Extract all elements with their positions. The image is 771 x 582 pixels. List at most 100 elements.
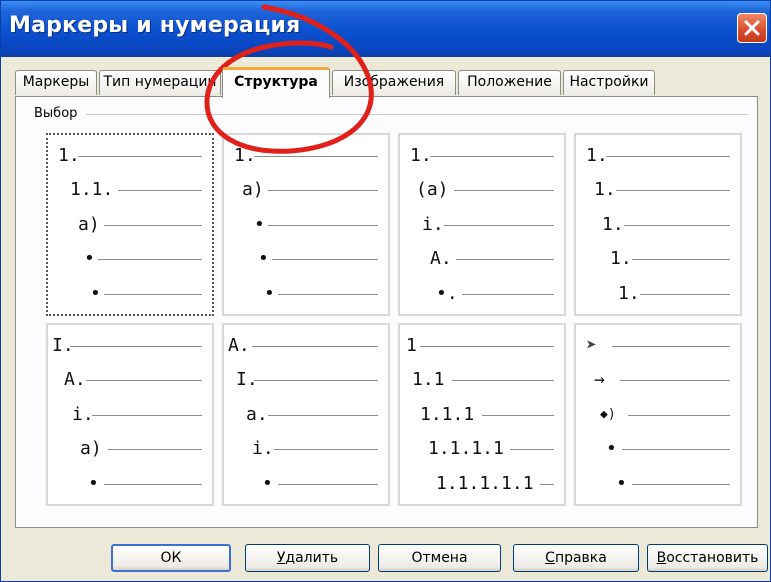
group-divider (86, 114, 748, 115)
level-line (632, 484, 730, 485)
level-line (622, 449, 730, 450)
level-label: i. (252, 436, 276, 462)
level-line (104, 294, 202, 295)
window-title: Маркеры и нумерация (9, 13, 301, 38)
level-line (640, 294, 730, 295)
level-line (78, 156, 202, 157)
delete-button[interactable]: Удалить (245, 544, 370, 572)
tab-numbering-type[interactable]: Тип нумерации (99, 70, 221, 95)
reset-mnemonic: В (656, 550, 667, 566)
level-label: 1.1 (412, 367, 447, 393)
level-label: • (84, 246, 97, 272)
level-line (278, 294, 378, 295)
level-line (268, 415, 378, 416)
level-label: 1.1.1.1.1 (436, 471, 536, 497)
arrow-bullet-icon: → (594, 367, 607, 393)
level-line (86, 380, 202, 381)
dialog-window: Маркеры и нумерация Маркеры Тип нумераци… (0, 0, 771, 582)
level-label: A. (64, 367, 88, 393)
level-label: 1. (594, 177, 618, 203)
tab-settings[interactable]: Настройки (563, 70, 655, 95)
level-label: а) (242, 177, 266, 203)
preset-cell[interactable]: ➤ → ◆) • • (574, 323, 742, 506)
preset-cell[interactable]: 1. (а) i. A. •. (398, 133, 566, 316)
level-label: A. (430, 246, 454, 272)
level-label: • (254, 212, 267, 238)
level-line (456, 259, 554, 260)
preset-cell[interactable]: 1. 1.1. а) • • (46, 133, 214, 316)
help-label: правка (554, 550, 607, 566)
tab-panel: Выбор 1. 1.1. а) • • 1. а) • • • 1. (а) … (15, 96, 758, 528)
tab-markers[interactable]: Маркеры (15, 70, 97, 95)
level-line (628, 415, 730, 416)
level-line (278, 484, 378, 485)
cancel-button[interactable]: Отмена (378, 544, 501, 572)
group-label: Выбор (34, 106, 82, 121)
preset-cell[interactable]: I. A. i. а) • (46, 323, 214, 506)
reset-label: осстановить (666, 550, 759, 566)
level-label: a. (246, 402, 270, 428)
level-line (624, 225, 730, 226)
level-line (612, 346, 730, 347)
level-line (268, 190, 378, 191)
level-label: • (88, 471, 101, 497)
level-line (272, 259, 378, 260)
level-line (104, 225, 202, 226)
level-label: • (262, 471, 275, 497)
level-line (108, 449, 202, 450)
arrowhead-bullet-icon: ➤ (586, 333, 599, 359)
level-line (420, 346, 554, 347)
reset-button[interactable]: Восстановить (647, 544, 768, 572)
level-line (252, 346, 378, 347)
level-line (632, 259, 730, 260)
level-line (274, 449, 378, 450)
level-label: 1. (618, 281, 642, 307)
ok-button[interactable]: ОК (111, 544, 231, 572)
level-label: (а) (416, 177, 451, 203)
level-label: 1 (406, 333, 419, 359)
tab-images[interactable]: Изображения (332, 70, 456, 95)
level-line (254, 156, 378, 157)
title-bar[interactable]: Маркеры и нумерация (1, 1, 770, 57)
level-label: • (606, 436, 619, 462)
preset-cell[interactable]: 1. а) • • • (222, 133, 390, 316)
level-label: 1.1.1.1 (428, 436, 506, 462)
level-label: 1.1. (70, 177, 116, 203)
level-line (510, 449, 554, 450)
diamond-bullet-icon: ◆) (600, 402, 618, 428)
preset-cell[interactable]: A. I. a. i. • (222, 323, 390, 506)
level-label: 1. (610, 246, 634, 272)
close-button[interactable] (737, 13, 767, 43)
tab-position[interactable]: Положение (458, 70, 561, 95)
close-icon (744, 20, 760, 36)
level-line (616, 190, 730, 191)
level-line (606, 156, 730, 157)
level-line (254, 380, 378, 381)
help-mnemonic: С (545, 550, 555, 566)
level-line (70, 346, 202, 347)
level-label: а) (78, 212, 102, 238)
level-label: i. (422, 212, 446, 238)
level-label: 1.1.1 (420, 402, 477, 428)
tab-structure[interactable]: Структура (222, 67, 330, 98)
level-line (268, 225, 378, 226)
level-line (104, 484, 202, 485)
level-label: • (264, 281, 277, 307)
preset-cell[interactable]: 1 1.1 1.1.1 1.1.1.1 1.1.1.1.1 (398, 323, 566, 506)
level-line (92, 415, 202, 416)
level-line (620, 380, 730, 381)
level-line (452, 380, 554, 381)
level-line (444, 225, 554, 226)
level-label: • (616, 471, 629, 497)
level-label: 1. (602, 212, 626, 238)
level-line (118, 190, 202, 191)
level-line (462, 294, 554, 295)
level-line (454, 190, 554, 191)
level-line (430, 156, 554, 157)
delete-label: далить (285, 550, 339, 566)
level-label: • (258, 246, 271, 272)
level-label: • (90, 281, 103, 307)
preset-cell[interactable]: 1. 1. 1. 1. 1. (574, 133, 742, 316)
help-button[interactable]: Справка (513, 544, 639, 572)
level-line (98, 259, 202, 260)
